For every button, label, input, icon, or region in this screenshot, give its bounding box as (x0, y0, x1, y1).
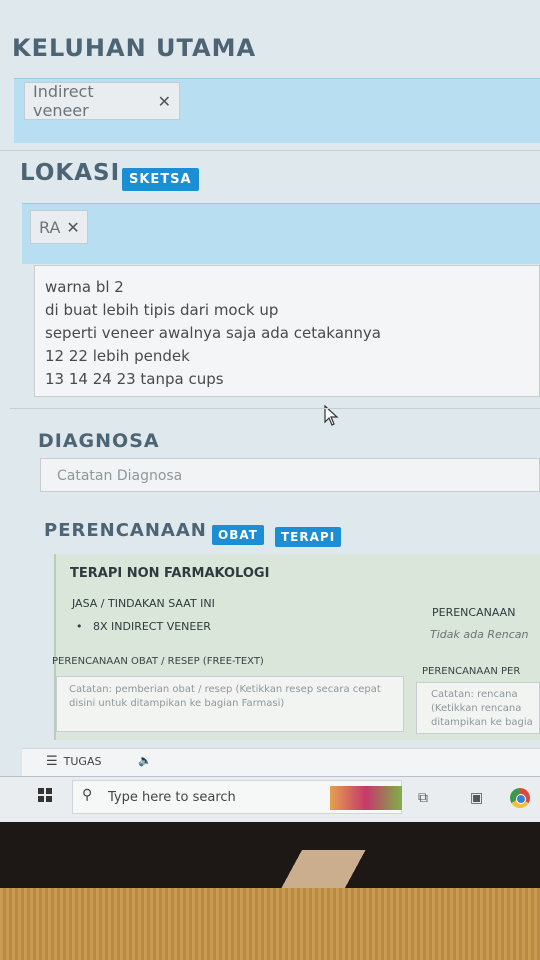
section-divider (0, 150, 540, 151)
notes-line: warna bl 2 (45, 278, 124, 296)
jasa-label: JASA / TINDAKAN SAAT INI (72, 597, 215, 610)
tugas-button[interactable]: ☰ TUGAS (46, 754, 101, 769)
close-icon[interactable]: ✕ (66, 218, 79, 237)
bullet-icon: • (76, 620, 93, 633)
jasa-item-label: 8X INDIRECT VENEER (92, 620, 211, 633)
close-icon[interactable]: ✕ (158, 92, 171, 111)
diagnosa-title: DIAGNOSA (38, 430, 160, 452)
obat-button[interactable]: OBAT (212, 525, 264, 545)
search-icon: ⚲ (82, 787, 93, 803)
perencanaan-per-label: PERENCANAAN PER (422, 666, 521, 677)
perencanaan-title: PERENCANAAN (44, 520, 207, 541)
lokasi-notes-textarea[interactable]: warna bl 2 di buat lebih tipis dari mock… (34, 265, 540, 397)
obat-resep-placeholder: Catatan: pemberian obat / resep (Ketikka… (69, 684, 381, 709)
tugas-label: TUGAS (63, 755, 102, 768)
desk-surface (0, 888, 540, 960)
chrome-icon[interactable] (510, 788, 530, 808)
perencanaan-per-textarea[interactable]: Catatan: rencana (Ketikkan rencana ditam… (416, 682, 540, 734)
windows-start-icon[interactable] (38, 788, 52, 802)
terapi-non-heading: TERAPI NON FARMAKOLOGI (70, 566, 270, 581)
perencanaan-empty-text: Tidak ada Rencan (430, 628, 529, 641)
notes-line: seperti veneer awalnya saja ada cetakann… (45, 324, 381, 342)
lokasi-tag-bar[interactable] (22, 203, 540, 264)
obat-resep-textarea[interactable]: Catatan: pemberian obat / resep (Ketikka… (56, 676, 404, 732)
notes-line: 12 22 lebih pendek (45, 347, 190, 365)
task-view-icon[interactable]: ⧉ (418, 790, 428, 806)
diagnosa-input[interactable]: Catatan Diagnosa (40, 458, 540, 492)
lokasi-chip: RA ✕ (30, 210, 88, 244)
sketsa-button[interactable]: SKETSA (122, 168, 199, 191)
notes-line: di buat lebih tipis dari mock up (45, 301, 279, 319)
menu-icon: ☰ (46, 754, 58, 769)
keluhan-title: KELUHAN UTAMA (12, 34, 257, 62)
lokasi-title: LOKASI (20, 160, 121, 186)
taskbar-search-placeholder: Type here to search (108, 790, 236, 805)
perencanaan-per-placeholder: Catatan: rencana (Ketikkan rencana ditam… (431, 689, 533, 728)
obat-resep-label: PERENCANAAN OBAT / RESEP (FREE-TEXT) (52, 656, 264, 667)
diagnosa-placeholder: Catatan Diagnosa (57, 468, 183, 484)
jasa-list-item: • 8X INDIRECT VENEER (76, 620, 211, 633)
perencanaan-col-label: PERENCANAAN (432, 606, 516, 619)
notes-line: 13 14 24 23 tanpa cups (45, 370, 224, 388)
search-highlight-image (330, 786, 402, 810)
section-divider (10, 408, 540, 409)
monitor-bezel (0, 822, 540, 888)
keluhan-chip-label: Indirect veneer (33, 82, 94, 120)
monitor-screen: KELUHAN UTAMA Indirect veneer ✕ LOKASI S… (0, 0, 540, 822)
keluhan-chip: Indirect veneer ✕ (24, 82, 180, 120)
lokasi-chip-label: RA (39, 217, 61, 237)
app-icon[interactable]: ▣ (470, 790, 483, 806)
terapi-button[interactable]: TERAPI (275, 527, 342, 547)
monitor-logo (274, 850, 410, 890)
speaker-icon[interactable]: 🔈 (138, 754, 152, 767)
